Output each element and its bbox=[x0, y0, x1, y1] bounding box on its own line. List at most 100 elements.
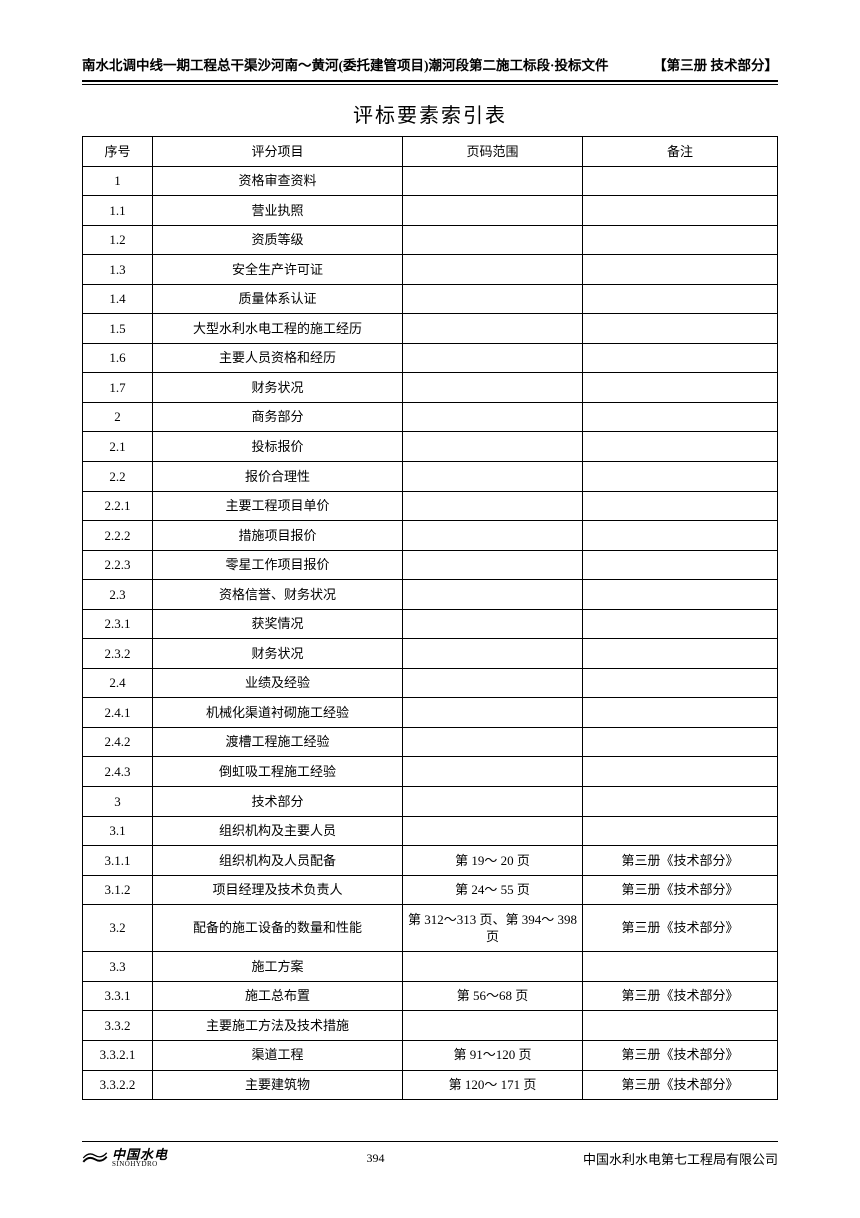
table-row: 1.7财务状况 bbox=[83, 373, 778, 403]
cell-no: 2.3 bbox=[83, 580, 153, 610]
table-row: 3.1.2项目经理及技术负责人第 24～ 55 页第三册《技术部分》 bbox=[83, 875, 778, 905]
table-row: 1.6主要人员资格和经历 bbox=[83, 343, 778, 373]
cell-item: 业绩及经验 bbox=[153, 668, 403, 698]
table-row: 2.4.2渡槽工程施工经验 bbox=[83, 727, 778, 757]
table-row: 3.1.1组织机构及人员配备第 19～ 20 页第三册《技术部分》 bbox=[83, 846, 778, 876]
cell-item: 财务状况 bbox=[153, 373, 403, 403]
page-header: 南水北调中线一期工程总干渠沙河南～黄河(委托建管项目)潮河段第二施工标段·投标文… bbox=[82, 54, 778, 80]
cell-note bbox=[583, 521, 778, 551]
cell-range bbox=[403, 166, 583, 196]
cell-no: 1.6 bbox=[83, 343, 153, 373]
cell-range bbox=[403, 609, 583, 639]
cell-item: 施工总布置 bbox=[153, 981, 403, 1011]
table-row: 3.3.2.2主要建筑物第 120～ 171 页第三册《技术部分》 bbox=[83, 1070, 778, 1100]
cell-note bbox=[583, 757, 778, 787]
cell-item: 主要建筑物 bbox=[153, 1070, 403, 1100]
cell-note: 第三册《技术部分》 bbox=[583, 981, 778, 1011]
cell-no: 3.1 bbox=[83, 816, 153, 846]
cell-item: 施工方案 bbox=[153, 952, 403, 982]
cell-item: 组织机构及主要人员 bbox=[153, 816, 403, 846]
table-row: 3.3.2主要施工方法及技术措施 bbox=[83, 1011, 778, 1041]
cell-note bbox=[583, 609, 778, 639]
cell-no: 3.3.2.2 bbox=[83, 1070, 153, 1100]
cell-note bbox=[583, 284, 778, 314]
footer-rule bbox=[82, 1141, 778, 1142]
cell-item: 技术部分 bbox=[153, 787, 403, 817]
cell-no: 3 bbox=[83, 787, 153, 817]
cell-range bbox=[403, 1011, 583, 1041]
cell-no: 1.2 bbox=[83, 225, 153, 255]
cell-no: 3.3.1 bbox=[83, 981, 153, 1011]
table-row: 2.2.2措施项目报价 bbox=[83, 521, 778, 551]
cell-item: 零星工作项目报价 bbox=[153, 550, 403, 580]
table-row: 2.3.2财务状况 bbox=[83, 639, 778, 669]
cell-no: 2.2.3 bbox=[83, 550, 153, 580]
cell-item: 主要工程项目单价 bbox=[153, 491, 403, 521]
table-row: 2.3.1获奖情况 bbox=[83, 609, 778, 639]
cell-note bbox=[583, 580, 778, 610]
cell-item: 大型水利水电工程的施工经历 bbox=[153, 314, 403, 344]
cell-range bbox=[403, 196, 583, 226]
logo-text-en: SINOHYDRO bbox=[112, 1161, 168, 1168]
table-row: 2.2报价合理性 bbox=[83, 462, 778, 492]
table-row: 2.4业绩及经验 bbox=[83, 668, 778, 698]
cell-range bbox=[403, 373, 583, 403]
cell-no: 1.5 bbox=[83, 314, 153, 344]
cell-item: 措施项目报价 bbox=[153, 521, 403, 551]
cell-range bbox=[403, 491, 583, 521]
cell-range: 第 91～120 页 bbox=[403, 1040, 583, 1070]
cell-note bbox=[583, 1011, 778, 1041]
cell-range bbox=[403, 284, 583, 314]
cell-range bbox=[403, 816, 583, 846]
cell-item: 主要施工方法及技术措施 bbox=[153, 1011, 403, 1041]
cell-no: 1.1 bbox=[83, 196, 153, 226]
cell-no: 3.3.2.1 bbox=[83, 1040, 153, 1070]
cell-item: 报价合理性 bbox=[153, 462, 403, 492]
cell-item: 获奖情况 bbox=[153, 609, 403, 639]
cell-range bbox=[403, 432, 583, 462]
cell-no: 2.2.2 bbox=[83, 521, 153, 551]
table-row: 3.2配备的施工设备的数量和性能第 312～313 页、第 394～ 398 页… bbox=[83, 905, 778, 952]
cell-no: 1 bbox=[83, 166, 153, 196]
cell-range: 第 312～313 页、第 394～ 398 页 bbox=[403, 905, 583, 952]
cell-no: 3.2 bbox=[83, 905, 153, 952]
cell-note bbox=[583, 166, 778, 196]
cell-item: 组织机构及人员配备 bbox=[153, 846, 403, 876]
cell-no: 2.1 bbox=[83, 432, 153, 462]
cell-range bbox=[403, 550, 583, 580]
table-row: 2商务部分 bbox=[83, 402, 778, 432]
table-row: 3.3.2.1渠道工程第 91～120 页第三册《技术部分》 bbox=[83, 1040, 778, 1070]
cell-range: 第 56～68 页 bbox=[403, 981, 583, 1011]
cell-note bbox=[583, 787, 778, 817]
table-row: 1.5大型水利水电工程的施工经历 bbox=[83, 314, 778, 344]
cell-no: 2.3.1 bbox=[83, 609, 153, 639]
cell-range bbox=[403, 402, 583, 432]
cell-range bbox=[403, 225, 583, 255]
cell-item: 渠道工程 bbox=[153, 1040, 403, 1070]
cell-no: 3.1.2 bbox=[83, 875, 153, 905]
cell-item: 商务部分 bbox=[153, 402, 403, 432]
cell-no: 3.3 bbox=[83, 952, 153, 982]
table-row: 2.2.1主要工程项目单价 bbox=[83, 491, 778, 521]
cell-no: 2.4.3 bbox=[83, 757, 153, 787]
cell-note bbox=[583, 255, 778, 285]
cell-range bbox=[403, 314, 583, 344]
cell-note bbox=[583, 314, 778, 344]
table-row: 2.1投标报价 bbox=[83, 432, 778, 462]
table-row: 1资格审查资料 bbox=[83, 166, 778, 196]
cell-note bbox=[583, 952, 778, 982]
col-range: 页码范围 bbox=[403, 137, 583, 167]
cell-note bbox=[583, 668, 778, 698]
col-item: 评分项目 bbox=[153, 137, 403, 167]
header-rule bbox=[82, 80, 778, 85]
cell-item: 资质等级 bbox=[153, 225, 403, 255]
cell-note bbox=[583, 816, 778, 846]
index-table: 序号 评分项目 页码范围 备注 1资格审查资料1.1营业执照1.2资质等级1.3… bbox=[82, 136, 778, 1100]
cell-note bbox=[583, 698, 778, 728]
cell-no: 1.7 bbox=[83, 373, 153, 403]
cell-range bbox=[403, 757, 583, 787]
cell-range bbox=[403, 639, 583, 669]
page-title: 评标要素索引表 bbox=[82, 99, 778, 128]
cell-note bbox=[583, 196, 778, 226]
table-row: 2.2.3零星工作项目报价 bbox=[83, 550, 778, 580]
